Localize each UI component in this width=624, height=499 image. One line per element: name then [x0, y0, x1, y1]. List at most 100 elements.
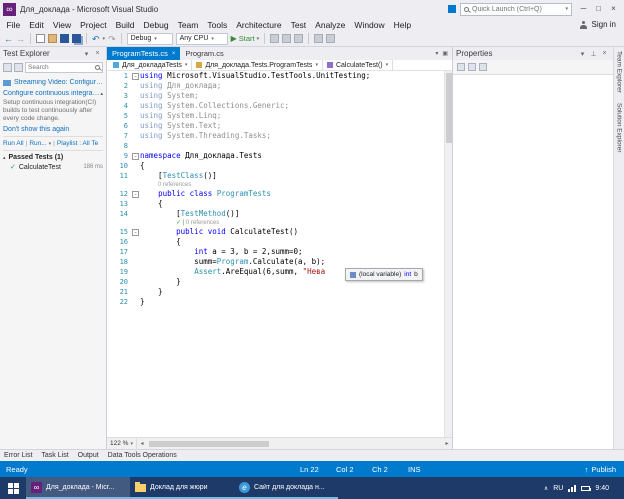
code-line[interactable]: 10{	[107, 161, 452, 171]
menu-item-file[interactable]: File	[2, 20, 25, 30]
window-list-icon[interactable]: ▣	[442, 50, 448, 57]
chevron-down-icon[interactable]: ▾	[49, 141, 52, 147]
navigate-forward-icon[interactable]: →	[16, 33, 25, 45]
close-icon[interactable]: ×	[599, 50, 610, 57]
code-line[interactable]: 3using System;	[107, 91, 452, 101]
menu-item-analyze[interactable]: Analyze	[311, 20, 350, 30]
find-icon[interactable]	[314, 34, 323, 43]
menu-item-view[interactable]: View	[48, 20, 75, 30]
menu-item-team[interactable]: Team	[173, 20, 203, 30]
zoom-dropdown[interactable]: 122 % ▾	[107, 438, 137, 449]
side-tab-solution-explorer[interactable]: Solution Explorer	[616, 103, 623, 153]
code-line[interactable]: 9-namespace Для_доклада.Tests	[107, 151, 452, 161]
codelens-row[interactable]: ✓ | 0 references	[107, 219, 452, 227]
bottom-tab-error-list[interactable]: Error List	[4, 452, 32, 459]
breadcrumb-dropdown[interactable]: CalculateTest()▾	[323, 60, 393, 70]
solution-platform-dropdown[interactable]: Any CPU ▾	[176, 33, 228, 45]
menu-item-tools[interactable]: Tools	[203, 20, 232, 30]
clock[interactable]: 9:40	[595, 485, 609, 492]
code-line[interactable]: 14 [TestMethod()]	[107, 209, 452, 219]
code-line[interactable]: 8	[107, 141, 452, 151]
code-line[interactable]: 4using System.Collections.Generic;	[107, 101, 452, 111]
pin-icon[interactable]: ⊥	[588, 50, 599, 58]
code-line[interactable]: 17 int a = 3, b = 2,summ=0;	[107, 247, 452, 257]
scroll-left-arrow[interactable]: ◂	[137, 440, 147, 447]
collapse-icon[interactable]: ▴	[100, 91, 103, 97]
scrollbar-thumb[interactable]	[446, 73, 452, 143]
step-over-icon[interactable]	[270, 34, 279, 43]
save-all-icon[interactable]	[72, 34, 81, 43]
navigate-back-icon[interactable]: ←	[4, 33, 13, 45]
taskbar-app-folder[interactable]: Доклад для жюри	[130, 477, 234, 499]
chevron-down-icon[interactable]: ▾	[577, 50, 588, 58]
build-icon[interactable]	[294, 34, 303, 43]
code-line[interactable]: 6using System.Text;	[107, 121, 452, 131]
test-result-row[interactable]: ✓ CalculateTest 186 ms	[3, 163, 103, 171]
code-line[interactable]: 1-using Microsoft.VisualStudio.TestTools…	[107, 71, 452, 81]
menu-item-architecture[interactable]: Architecture	[232, 20, 286, 30]
bottom-tab-data-tools-operations[interactable]: Data Tools Operations	[108, 452, 177, 459]
fold-marker[interactable]: -	[132, 191, 139, 198]
configure-ci-link[interactable]: Configure continuous integration	[3, 90, 100, 97]
bottom-tab-output[interactable]: Output	[78, 452, 99, 459]
step-into-icon[interactable]	[282, 34, 291, 43]
code-line[interactable]: 16 {	[107, 237, 452, 247]
fold-marker[interactable]: -	[132, 73, 139, 80]
streaming-video-link[interactable]: Streaming Video: Configure co	[14, 79, 103, 86]
feedback-flag-icon[interactable]	[448, 5, 456, 13]
dont-show-again-link[interactable]: Don't show this again	[3, 126, 69, 133]
new-file-icon[interactable]	[36, 34, 45, 43]
bottom-tab-task-list[interactable]: Task List	[41, 452, 68, 459]
maximize-button[interactable]: □	[591, 0, 606, 18]
horizontal-scrollbar[interactable]	[147, 440, 442, 448]
undo-icon[interactable]: ↶	[92, 33, 100, 45]
run-link[interactable]: Run...	[29, 140, 46, 147]
group-by-icon[interactable]	[14, 63, 23, 72]
code-line[interactable]: 15- public void CalculateTest()	[107, 227, 452, 237]
menu-item-edit[interactable]: Edit	[25, 20, 49, 30]
tray-expand-icon[interactable]: ∧	[544, 485, 548, 492]
code-line[interactable]: 5using System.Linq;	[107, 111, 452, 121]
menu-item-help[interactable]: Help	[389, 20, 415, 30]
publish-button[interactable]: ↑ Publish	[585, 465, 616, 474]
chevron-down-icon[interactable]: ▾	[565, 6, 568, 12]
scrollbar-thumb[interactable]	[149, 441, 269, 447]
test-search-input[interactable]	[28, 64, 93, 71]
menu-item-debug[interactable]: Debug	[139, 20, 173, 30]
breadcrumb-dropdown[interactable]: Для_докладаTests▾	[109, 60, 192, 70]
breadcrumb-dropdown[interactable]: Для_доклада.Tests.ProgramTests▾	[192, 60, 323, 70]
categorized-icon[interactable]	[457, 63, 465, 71]
solution-configuration-dropdown[interactable]: Debug ▾	[127, 33, 173, 45]
code-line[interactable]: 12- public class ProgramTests	[107, 189, 452, 199]
menu-item-window[interactable]: Window	[350, 20, 389, 30]
battery-icon[interactable]	[581, 486, 590, 491]
run-tests-icon[interactable]	[3, 63, 12, 72]
property-pages-icon[interactable]	[479, 63, 487, 71]
fold-marker[interactable]: -	[132, 153, 139, 160]
taskbar-app-internet-explorer[interactable]: eСайт для доклада н...	[234, 477, 338, 499]
document-tab[interactable]: Program.cs	[180, 47, 228, 60]
menu-item-test[interactable]: Test	[286, 20, 311, 30]
passed-tests-group[interactable]: ▴ Passed Tests (1)	[3, 154, 103, 161]
scroll-right-arrow[interactable]: ▸	[442, 440, 452, 447]
minimize-button[interactable]: ─	[576, 0, 591, 18]
code-editor[interactable]: 1-using Microsoft.VisualStudio.TestTools…	[107, 71, 452, 437]
start-button[interactable]	[0, 477, 26, 499]
code-line[interactable]: 7using System.Threading.Tasks;	[107, 131, 452, 141]
menu-item-project[interactable]: Project	[76, 20, 111, 30]
run-all-link[interactable]: Run All	[3, 140, 24, 147]
properties-header[interactable]: Properties ▾ ⊥ ×	[453, 47, 613, 60]
open-file-icon[interactable]	[48, 34, 57, 43]
close-button[interactable]: ×	[606, 0, 621, 18]
close-icon[interactable]: ×	[92, 50, 103, 57]
code-line[interactable]: 13 {	[107, 199, 452, 209]
chevron-down-icon[interactable]: ▾	[435, 50, 438, 57]
document-tab[interactable]: ProgramTests.cs×	[107, 47, 180, 60]
taskbar-app-visual-studio[interactable]: ∞Для_доклада - Micr...	[26, 477, 130, 499]
alphabetical-icon[interactable]	[468, 63, 476, 71]
menu-item-build[interactable]: Build	[111, 20, 139, 30]
network-icon[interactable]	[568, 485, 576, 492]
save-icon[interactable]	[60, 34, 69, 43]
code-line[interactable]: 11 [TestClass()]	[107, 171, 452, 181]
quick-launch-input[interactable]	[472, 6, 562, 13]
